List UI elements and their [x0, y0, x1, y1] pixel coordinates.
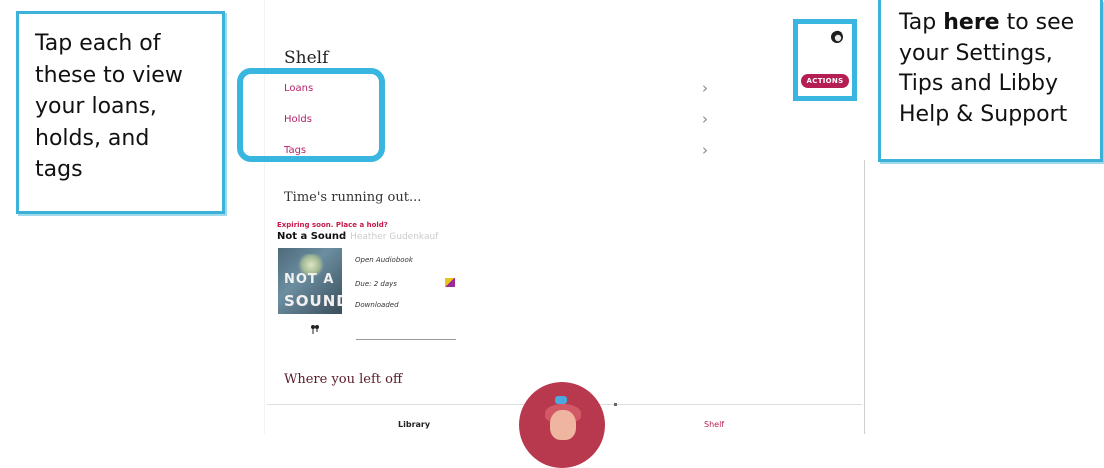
callout-line: holds, and [35, 125, 150, 151]
callout-nav-instructions: Tap each of these to view your loans, ho… [16, 11, 225, 214]
cover-text: SOUND [284, 292, 342, 310]
callout-text: Tap [899, 10, 944, 35]
app-panel [264, 0, 864, 434]
page-title: Shelf [284, 48, 329, 68]
callout-line: tags [35, 157, 83, 182]
callout-line: Tap here to see [899, 8, 1092, 39]
callout-emphasis: here [943, 10, 1000, 35]
logo-bow [555, 396, 567, 404]
callout-line: these to view [35, 62, 183, 88]
callout-line: Tap each of [35, 31, 161, 56]
section-title-where-you-left-off: Where you left off [284, 372, 403, 387]
user-avatar-icon[interactable] [829, 28, 845, 44]
actions-highlight-frame [793, 19, 857, 101]
tag-color-icon [445, 278, 455, 287]
section-title-time-running-out: Time's running out... [284, 190, 422, 205]
open-audiobook-link[interactable]: Open Audiobook [355, 256, 413, 264]
cover-text: NOT A [284, 272, 335, 287]
callout-line: Tips and Libby [899, 71, 1058, 96]
progress-bar [356, 339, 456, 340]
callout-line: Help & Support [899, 101, 1068, 127]
actions-button[interactable]: ACTIONS [801, 74, 849, 88]
chevron-right-icon: › [702, 79, 708, 97]
panel-border [864, 160, 865, 434]
libby-logo-button[interactable] [519, 382, 605, 468]
callout-line: your Settings, [899, 40, 1053, 66]
divider-mark [614, 403, 617, 406]
chevron-right-icon: › [702, 141, 708, 159]
tab-library[interactable]: Library [398, 420, 430, 429]
download-status: Downloaded [355, 301, 399, 309]
earbuds-icon [311, 325, 319, 334]
callout-text: to see [999, 10, 1075, 35]
callout-line: your loans, [35, 94, 157, 119]
book-cover[interactable]: NOT A SOUND [278, 248, 342, 314]
book-author: - Heather Gudenkauf [344, 232, 439, 242]
expiring-link[interactable]: Expiring soon. Place a hold? [277, 221, 388, 229]
panel-border [264, 0, 265, 434]
chevron-right-icon: › [702, 110, 708, 128]
callout-actions-instructions: Tap here to see your Settings, Tips and … [878, 0, 1103, 162]
nav-highlight-frame [237, 68, 385, 162]
due-date-text: Due: 2 days [355, 280, 397, 288]
tab-shelf[interactable]: Shelf [704, 420, 724, 429]
book-title: Not a Sound [277, 231, 347, 242]
logo-face [550, 410, 576, 440]
